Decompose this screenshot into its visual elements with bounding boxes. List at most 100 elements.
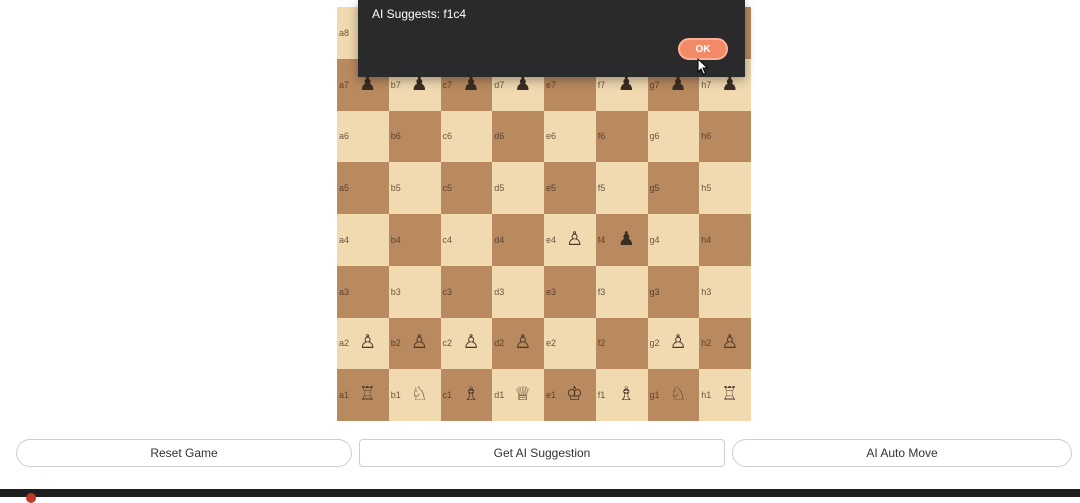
square-e3[interactable]: e3 (544, 265, 596, 318)
square-g2[interactable]: g2 ♙ (647, 317, 700, 370)
square-d2[interactable]: d2 ♙ (492, 317, 544, 370)
square-label: g3 (649, 286, 660, 297)
square-b1[interactable]: b1 ♘ (388, 369, 441, 421)
square-h1[interactable]: h1 ♖ (699, 369, 751, 421)
chess-piece-icon[interactable]: ♙ (463, 333, 480, 352)
square-label: c4 (442, 234, 453, 245)
square-label: c7 (442, 79, 453, 90)
square-label: e7 (546, 79, 557, 90)
square-b3[interactable]: b3 (388, 265, 441, 318)
square-d1[interactable]: d1 ♕ (492, 369, 544, 421)
square-label: f2 (597, 338, 606, 349)
square-label: h6 (701, 131, 712, 142)
square-a6[interactable]: a6 (337, 110, 389, 163)
square-label: d4 (494, 234, 505, 245)
chess-piece-icon[interactable]: ♟ (463, 74, 480, 94)
square-h4[interactable]: h4 (699, 214, 751, 266)
chess-piece-icon[interactable]: ♙ (514, 333, 531, 352)
square-label: f6 (597, 131, 606, 142)
chess-piece-icon[interactable]: ♘ (670, 385, 687, 404)
square-g3[interactable]: g3 (647, 265, 700, 318)
square-b2[interactable]: b2 ♙ (388, 317, 441, 370)
ok-button[interactable]: OK (678, 38, 728, 60)
square-a5[interactable]: a5 (337, 162, 389, 214)
square-g1[interactable]: g1 ♘ (647, 369, 700, 421)
square-e1[interactable]: e1 ♔ (544, 369, 596, 421)
chess-piece-icon[interactable]: ♟ (618, 74, 635, 94)
chess-piece-icon[interactable]: ♟ (514, 74, 531, 94)
chess-piece-icon[interactable]: ♙ (670, 333, 687, 352)
chess-piece-icon[interactable]: ♖ (721, 385, 738, 404)
chess-piece-icon[interactable]: ♙ (359, 333, 376, 352)
square-f6[interactable]: f6 (595, 110, 648, 163)
chess-piece-icon[interactable]: ♙ (411, 333, 428, 352)
square-c3[interactable]: c3 (440, 265, 493, 318)
chess-piece-icon[interactable]: ♗ (618, 385, 635, 404)
square-b5[interactable]: b5 (388, 162, 441, 214)
square-f2[interactable]: f2 (595, 317, 648, 370)
square-g6[interactable]: g6 (647, 110, 700, 163)
chess-piece-icon[interactable]: ♙ (566, 229, 583, 249)
chess-piece-icon[interactable]: ♟ (359, 74, 376, 94)
square-f4[interactable]: f4 ♟ (595, 214, 648, 266)
square-h5[interactable]: h5 (699, 162, 751, 214)
app-icon[interactable] (26, 493, 36, 503)
chess-piece-icon[interactable]: ♟ (618, 229, 635, 249)
square-e5[interactable]: e5 (544, 162, 596, 214)
square-h6[interactable]: h6 (699, 110, 751, 163)
square-c6[interactable]: c6 (440, 110, 493, 163)
reset-game-button[interactable]: Reset Game (16, 439, 352, 467)
square-c1[interactable]: c1 ♗ (440, 369, 493, 421)
square-g4[interactable]: g4 (647, 214, 700, 266)
mouse-pointer-icon (697, 58, 709, 76)
chess-piece-icon[interactable]: ♔ (566, 385, 583, 404)
square-e6[interactable]: e6 (544, 110, 596, 163)
square-h2[interactable]: h2 ♙ (699, 317, 751, 370)
square-d6[interactable]: d6 (492, 110, 544, 163)
chess-piece-icon[interactable]: ♟ (411, 74, 428, 94)
square-label: b3 (390, 286, 401, 297)
square-label: h3 (701, 286, 712, 297)
square-label: a8 (339, 27, 350, 38)
square-f5[interactable]: f5 (595, 162, 648, 214)
square-label: d3 (494, 286, 505, 297)
square-label: a2 (339, 338, 350, 349)
square-d4[interactable]: d4 (492, 214, 544, 266)
square-label: g2 (649, 338, 660, 349)
square-e2[interactable]: e2 (544, 317, 596, 370)
square-label: b7 (390, 79, 401, 90)
square-label: g7 (649, 79, 660, 90)
square-c4[interactable]: c4 (440, 214, 493, 266)
square-c2[interactable]: c2 ♙ (440, 317, 493, 370)
chess-piece-icon[interactable]: ♙ (721, 333, 738, 352)
square-d5[interactable]: d5 (492, 162, 544, 214)
square-label: c3 (442, 286, 453, 297)
square-f1[interactable]: f1 ♗ (595, 369, 648, 421)
square-label: f5 (597, 183, 606, 194)
chess-piece-icon[interactable]: ♖ (359, 385, 376, 404)
chess-piece-icon[interactable]: ♗ (463, 385, 480, 404)
square-d3[interactable]: d3 (492, 265, 544, 318)
square-a3[interactable]: a3 (337, 265, 389, 318)
chess-piece-icon[interactable]: ♕ (514, 385, 531, 404)
taskbar (0, 489, 1080, 503)
square-a2[interactable]: a2 ♙ (337, 317, 389, 370)
square-label: b2 (390, 338, 401, 349)
square-label: f7 (597, 79, 606, 90)
square-e4[interactable]: e4 ♙ (544, 214, 596, 266)
square-label: a3 (339, 286, 350, 297)
square-f3[interactable]: f3 (595, 265, 648, 318)
square-b6[interactable]: b6 (388, 110, 441, 163)
square-b4[interactable]: b4 (388, 214, 441, 266)
get-ai-suggestion-button[interactable]: Get AI Suggestion (359, 439, 725, 467)
square-a1[interactable]: a1 ♖ (337, 369, 389, 421)
square-g5[interactable]: g5 (647, 162, 700, 214)
square-a4[interactable]: a4 (337, 214, 389, 266)
chess-piece-icon[interactable]: ♟ (721, 74, 738, 94)
chess-piece-icon[interactable]: ♟ (670, 74, 687, 94)
ai-auto-move-button[interactable]: AI Auto Move (732, 439, 1072, 467)
square-h3[interactable]: h3 (699, 265, 751, 318)
dialog-message: AI Suggests: f1c4 (372, 7, 467, 21)
chess-piece-icon[interactable]: ♘ (411, 385, 428, 404)
square-c5[interactable]: c5 (440, 162, 493, 214)
